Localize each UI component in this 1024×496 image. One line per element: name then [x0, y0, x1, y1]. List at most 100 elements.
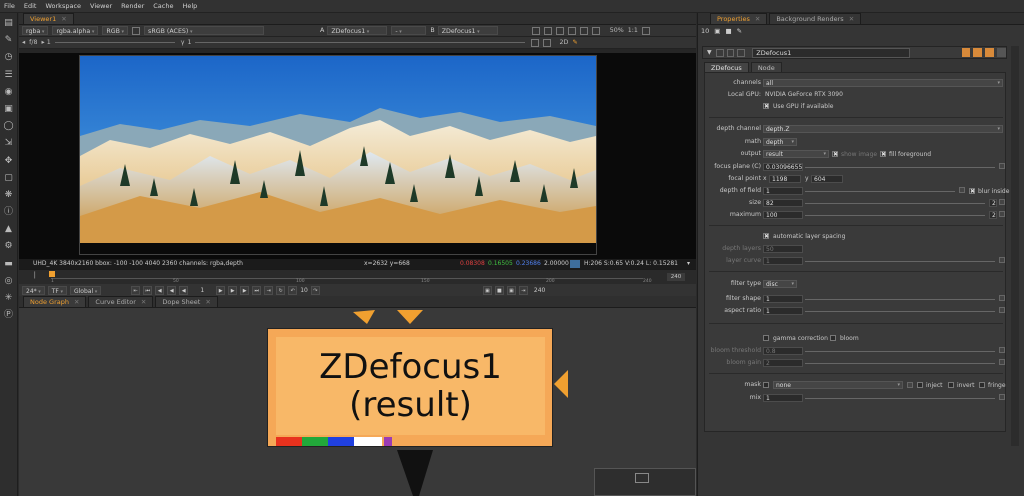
output-arrow[interactable]: [397, 450, 433, 496]
focal-x-input[interactable]: 1198: [769, 175, 801, 183]
display-mode-dropdown[interactable]: RGB: [102, 26, 129, 35]
loop-icon[interactable]: ↻: [276, 285, 286, 295]
close-icon[interactable]: ✕: [849, 15, 854, 23]
roi-icon[interactable]: [531, 26, 540, 35]
filter-icon[interactable]: ▣: [3, 103, 15, 115]
roi-select-icon[interactable]: [531, 38, 540, 47]
lock-icon[interactable]: ▣: [714, 27, 720, 35]
menu-cache[interactable]: Cache: [153, 2, 173, 10]
input-op-dropdown[interactable]: -: [391, 26, 427, 35]
filter-type-dropdown[interactable]: disc: [763, 280, 797, 288]
exposure-icon[interactable]: ◂: [22, 39, 25, 46]
info-menu-icon[interactable]: ▾: [687, 259, 690, 269]
float-icon[interactable]: ■: [725, 27, 731, 35]
close-icon[interactable]: ✕: [755, 15, 760, 23]
metadata-icon[interactable]: ⓘ: [3, 206, 15, 218]
layer-curve-input[interactable]: 1: [763, 257, 803, 265]
proxy-icon[interactable]: [555, 26, 564, 35]
focal-y-input[interactable]: 604: [811, 175, 843, 183]
collapse-icon[interactable]: ▼: [707, 49, 712, 56]
gamma-slider[interactable]: [195, 42, 526, 45]
first-frame-icon[interactable]: ⏮: [143, 285, 153, 295]
gamma-icon[interactable]: γ: [181, 39, 185, 46]
mask-dropdown[interactable]: none: [773, 381, 903, 389]
focus-plane-input[interactable]: 0.03096655: [763, 163, 803, 171]
tf-dropdown[interactable]: TF: [47, 285, 67, 295]
furnace-icon[interactable]: ◎: [3, 275, 15, 287]
current-frame[interactable]: 1: [191, 287, 213, 294]
output-dropdown[interactable]: result: [763, 150, 829, 158]
color-icon[interactable]: ◉: [3, 86, 15, 98]
menu-workspace[interactable]: Workspace: [45, 2, 81, 10]
size-anim-icon[interactable]: [999, 199, 1005, 205]
use-gpu-checkbox[interactable]: ✖: [763, 103, 769, 110]
viewer-viewport[interactable]: [19, 53, 696, 259]
input-a-dropdown[interactable]: ZDefocus1: [327, 26, 388, 35]
view-mode[interactable]: 2D: [559, 39, 568, 46]
tab-node-graph[interactable]: Node Graph ✕: [23, 296, 87, 307]
mask-input-arrow[interactable]: [554, 370, 568, 398]
refresh-icon[interactable]: [591, 26, 600, 35]
time-icon[interactable]: ◷: [3, 51, 15, 63]
fringe-checkbox[interactable]: [979, 382, 985, 388]
merge-icon[interactable]: ⇲: [3, 137, 15, 149]
views-icon[interactable]: ❋: [3, 189, 15, 201]
gamma-correction-checkbox[interactable]: [763, 335, 769, 341]
max-panels-value[interactable]: 10: [701, 27, 709, 35]
out-point-icon[interactable]: ⇥: [264, 285, 274, 295]
focus-plane-slider[interactable]: [805, 167, 995, 170]
auto-layer-checkbox[interactable]: ✖: [763, 233, 769, 240]
menu-file[interactable]: File: [4, 2, 15, 10]
timeline[interactable]: │ 1 50 100 150 200 240 240: [19, 269, 696, 284]
menu-viewer[interactable]: Viewer: [90, 2, 112, 10]
lut-dropdown[interactable]: sRGB (ACES): [144, 26, 265, 35]
timeline-end[interactable]: 240: [667, 273, 685, 281]
size-side-value[interactable]: 2: [989, 199, 997, 207]
lut-toggle-icon[interactable]: [132, 26, 141, 35]
bloom-threshold-input[interactable]: 0.8: [763, 347, 803, 355]
prev-key-icon[interactable]: ◀: [155, 285, 165, 295]
play-icon[interactable]: ▶: [216, 285, 226, 295]
downscale-icon[interactable]: [567, 26, 576, 35]
show-image-checkbox[interactable]: ✖: [832, 151, 838, 158]
alpha-dropdown[interactable]: rgba.alpha: [52, 26, 99, 35]
bloom-gain-input[interactable]: 2: [763, 359, 803, 367]
dof-anim-icon[interactable]: [959, 187, 965, 193]
tab-background-renders[interactable]: Background Renders ✕: [769, 13, 862, 24]
ratio-value[interactable]: 1:1: [628, 27, 638, 34]
size-slider[interactable]: [805, 203, 985, 206]
end-frame[interactable]: 240: [534, 287, 545, 294]
skip-back-icon[interactable]: ↶: [288, 285, 298, 295]
dof-slider[interactable]: [805, 191, 955, 194]
play-back-icon[interactable]: ◀: [179, 285, 189, 295]
aspect-ratio-anim-icon[interactable]: [999, 307, 1005, 313]
gain-slider[interactable]: [54, 42, 175, 45]
inject-checkbox[interactable]: [917, 382, 923, 388]
edit-icon[interactable]: ✎: [737, 27, 742, 35]
last-frame-icon[interactable]: ⏭: [252, 285, 262, 295]
tab-curve-editor[interactable]: Curve Editor ✕: [88, 296, 154, 307]
bloom-gain-anim-icon[interactable]: [999, 359, 1005, 365]
pause-icon[interactable]: [579, 26, 588, 35]
mix-slider[interactable]: [805, 398, 995, 401]
particles-icon[interactable]: ✳: [3, 292, 15, 304]
range-dropdown[interactable]: Global: [69, 285, 102, 295]
revert-icon[interactable]: [973, 48, 983, 57]
skip-forward-icon[interactable]: ↷: [310, 285, 320, 295]
mask-menu-icon[interactable]: [907, 382, 913, 388]
nuke-icon[interactable]: Ⓟ: [3, 309, 15, 321]
channel-icon[interactable]: ☰: [3, 69, 15, 81]
close-icon[interactable]: ✕: [61, 15, 66, 23]
fill-foreground-checkbox[interactable]: ✖: [880, 151, 886, 158]
math-dropdown[interactable]: depth: [763, 138, 797, 146]
mask-checkbox[interactable]: [763, 382, 769, 388]
maximum-input[interactable]: 100: [763, 211, 803, 219]
dof-input[interactable]: 1: [763, 187, 803, 195]
range-end-icon[interactable]: ⇥: [518, 285, 528, 295]
input-arrow-left[interactable]: [353, 310, 375, 324]
close-panel-icon[interactable]: [997, 48, 1007, 57]
input-arrow-right[interactable]: [397, 310, 423, 324]
input-b-dropdown[interactable]: ZDefocus1: [437, 26, 498, 35]
aspect-ratio-slider[interactable]: [805, 311, 995, 314]
close-icon[interactable]: ✕: [205, 298, 210, 306]
